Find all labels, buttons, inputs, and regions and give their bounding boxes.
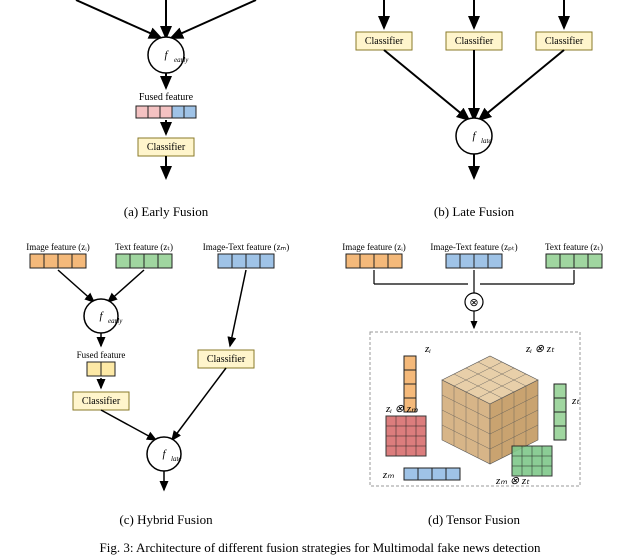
label-image-feature-c: Image feature (zᵢ) bbox=[26, 242, 89, 252]
caption-a: (a) Early Fusion bbox=[124, 204, 208, 220]
panel-hybrid-fusion: Image feature (zᵢ) Text feature (zₜ) Ima… bbox=[12, 228, 320, 536]
caption-b: (b) Late Fusion bbox=[434, 204, 514, 220]
tensor-zi: zᵢ bbox=[424, 343, 431, 355]
classifier-b2: Classifier bbox=[455, 36, 494, 47]
fused-feature-label: Fused feature bbox=[139, 92, 194, 103]
tensor-zt: zₜ bbox=[571, 395, 580, 407]
svg-text:early: early bbox=[174, 56, 189, 64]
diagram-tensor-fusion: Image feature (zᵢ) Image-Text feature (z… bbox=[324, 228, 624, 508]
diagram-early-fusion: f early Fused feature Classifier bbox=[16, 0, 316, 200]
label-text-feature-c: Text feature (zₜ) bbox=[115, 242, 173, 252]
label-text-feature-d: Text feature (zₜ) bbox=[545, 242, 603, 252]
classifier-a: Classifier bbox=[147, 142, 186, 153]
panel-early-fusion: f early Fused feature Classifier (a) Ear… bbox=[12, 0, 320, 228]
classifier-b1: Classifier bbox=[365, 36, 404, 47]
label-it-feature-c: Image-Text feature (zₘ) bbox=[203, 242, 289, 252]
tensor-zm: zₘ bbox=[382, 469, 394, 481]
diagram-late-fusion: Classifier Classifier Classifier f late bbox=[324, 0, 624, 200]
panel-tensor-fusion: Image feature (zᵢ) Image-Text feature (z… bbox=[320, 228, 628, 536]
label-it-feature-d: Image-Text feature (zₚₜ) bbox=[430, 242, 517, 252]
tensor-product-icon: ⊗ bbox=[469, 297, 478, 309]
classifier-c2: Classifier bbox=[207, 354, 246, 365]
tensor-zi-zm: zᵢ ⊗ zₘ bbox=[385, 403, 418, 415]
svg-text:early: early bbox=[108, 317, 123, 325]
caption-d: (d) Tensor Fusion bbox=[428, 512, 520, 528]
diagram-hybrid-fusion: Image feature (zᵢ) Text feature (zₜ) Ima… bbox=[16, 228, 316, 508]
classifier-c1: Classifier bbox=[82, 396, 121, 407]
label-image-feature-d: Image feature (zᵢ) bbox=[342, 242, 405, 252]
svg-text:late: late bbox=[171, 455, 182, 463]
svg-text:late: late bbox=[481, 137, 492, 145]
panel-late-fusion: Classifier Classifier Classifier f late … bbox=[320, 0, 628, 228]
caption-c: (c) Hybrid Fusion bbox=[119, 512, 212, 528]
tensor-zi-zt: zᵢ ⊗ zₜ bbox=[525, 343, 555, 355]
fused-feature-label-c: Fused feature bbox=[77, 350, 126, 360]
classifier-b3: Classifier bbox=[545, 36, 584, 47]
tensor-zm-zt: zₘ ⊗ zₜ bbox=[495, 475, 530, 487]
figure-caption: Fig. 3: Architecture of different fusion… bbox=[0, 536, 640, 556]
